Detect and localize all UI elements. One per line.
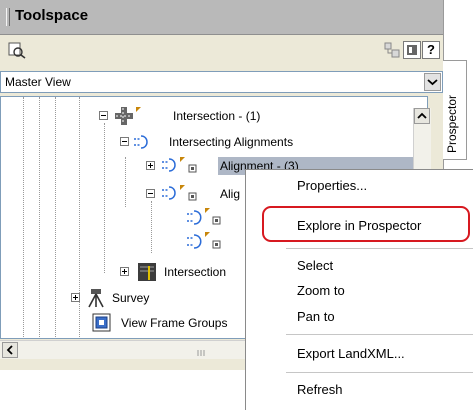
expand-toggle[interactable] — [146, 161, 155, 170]
tree-node-survey[interactable]: Survey — [68, 288, 208, 308]
alignment-icon — [161, 157, 201, 178]
annotation-highlight-box — [262, 206, 470, 242]
menu-item-export-landxml[interactable]: Export LandXML... — [297, 346, 405, 361]
tree-node-view-frame-groups[interactable]: View Frame Groups — [90, 313, 250, 333]
tab-prospector[interactable]: Prospector — [443, 60, 467, 160]
menu-item-pan-to[interactable]: Pan to — [297, 309, 335, 324]
tree-node-alignment-partial[interactable]: Alig — [143, 184, 243, 204]
tree-node-alignment-child-1[interactable] — [172, 208, 232, 228]
tab-prospector-label: Prospector — [445, 94, 459, 153]
scroll-thumb-grip-icon[interactable] — [196, 346, 208, 356]
drawing-item-icon[interactable] — [383, 41, 401, 59]
tree-guide-line — [39, 97, 40, 337]
menu-item-refresh[interactable]: Refresh — [297, 382, 343, 397]
expand-toggle[interactable] — [120, 267, 129, 276]
panel-icon[interactable] — [403, 41, 421, 59]
tree-node-label: Survey — [112, 291, 150, 305]
alignment-icon — [161, 185, 201, 206]
menu-separator — [286, 248, 473, 249]
view-select-value: Master View — [5, 75, 71, 89]
help-label: ? — [427, 42, 435, 57]
window-title: Toolspace — [15, 7, 89, 24]
scroll-up-icon[interactable] — [414, 108, 430, 124]
menu-item-select[interactable]: Select — [297, 258, 333, 273]
alignment-icon — [186, 232, 226, 255]
menu-separator — [286, 372, 473, 373]
tree-guide-line — [151, 201, 152, 253]
title-bar[interactable]: Toolspace — [0, 0, 443, 35]
expand-toggle[interactable] — [71, 293, 80, 302]
collapse-toggle[interactable] — [120, 137, 129, 146]
tree-node-label: Intersecting Alignments — [169, 135, 294, 149]
tree-guide-line — [23, 97, 24, 337]
tree-node-alignment-child-2[interactable] — [172, 232, 232, 252]
chevron-down-icon[interactable] — [424, 73, 441, 91]
view-frame-icon — [92, 313, 112, 336]
grip-handle[interactable] — [6, 8, 10, 26]
intersection-corridor-icon — [137, 262, 157, 285]
menu-separator — [286, 334, 473, 335]
alignment-icon — [186, 208, 226, 231]
intersection-icon — [113, 106, 143, 129]
tree-guide-line — [104, 123, 105, 273]
tree-guide-line — [125, 157, 126, 207]
alignment-group-icon — [133, 134, 155, 153]
tree-node-label: Intersection - (1) — [173, 109, 261, 123]
find-icon[interactable] — [8, 41, 26, 59]
tree-node-label: Alig — [220, 187, 241, 201]
tree-node-label: Intersection — [164, 265, 227, 279]
tree-node-intersection-corridor[interactable]: Intersection — [117, 262, 257, 282]
scroll-left-icon[interactable] — [2, 342, 18, 358]
survey-icon — [86, 288, 106, 311]
menu-item-zoom-to[interactable]: Zoom to — [297, 283, 345, 298]
help-icon[interactable]: ? — [422, 41, 440, 59]
tree-node-label: View Frame Groups — [121, 316, 228, 330]
collapse-toggle[interactable] — [99, 111, 108, 120]
tree-guide-line — [55, 97, 56, 337]
tree-node-intersecting-alignments[interactable]: Intersecting Alignments — [117, 132, 397, 152]
toolbar: ? — [0, 35, 443, 67]
collapse-toggle[interactable] — [146, 189, 155, 198]
tree-node-intersection[interactable]: Intersection - (1) — [96, 106, 396, 126]
view-select[interactable]: Master View — [0, 71, 443, 93]
menu-item-properties[interactable]: Properties... — [297, 178, 367, 193]
